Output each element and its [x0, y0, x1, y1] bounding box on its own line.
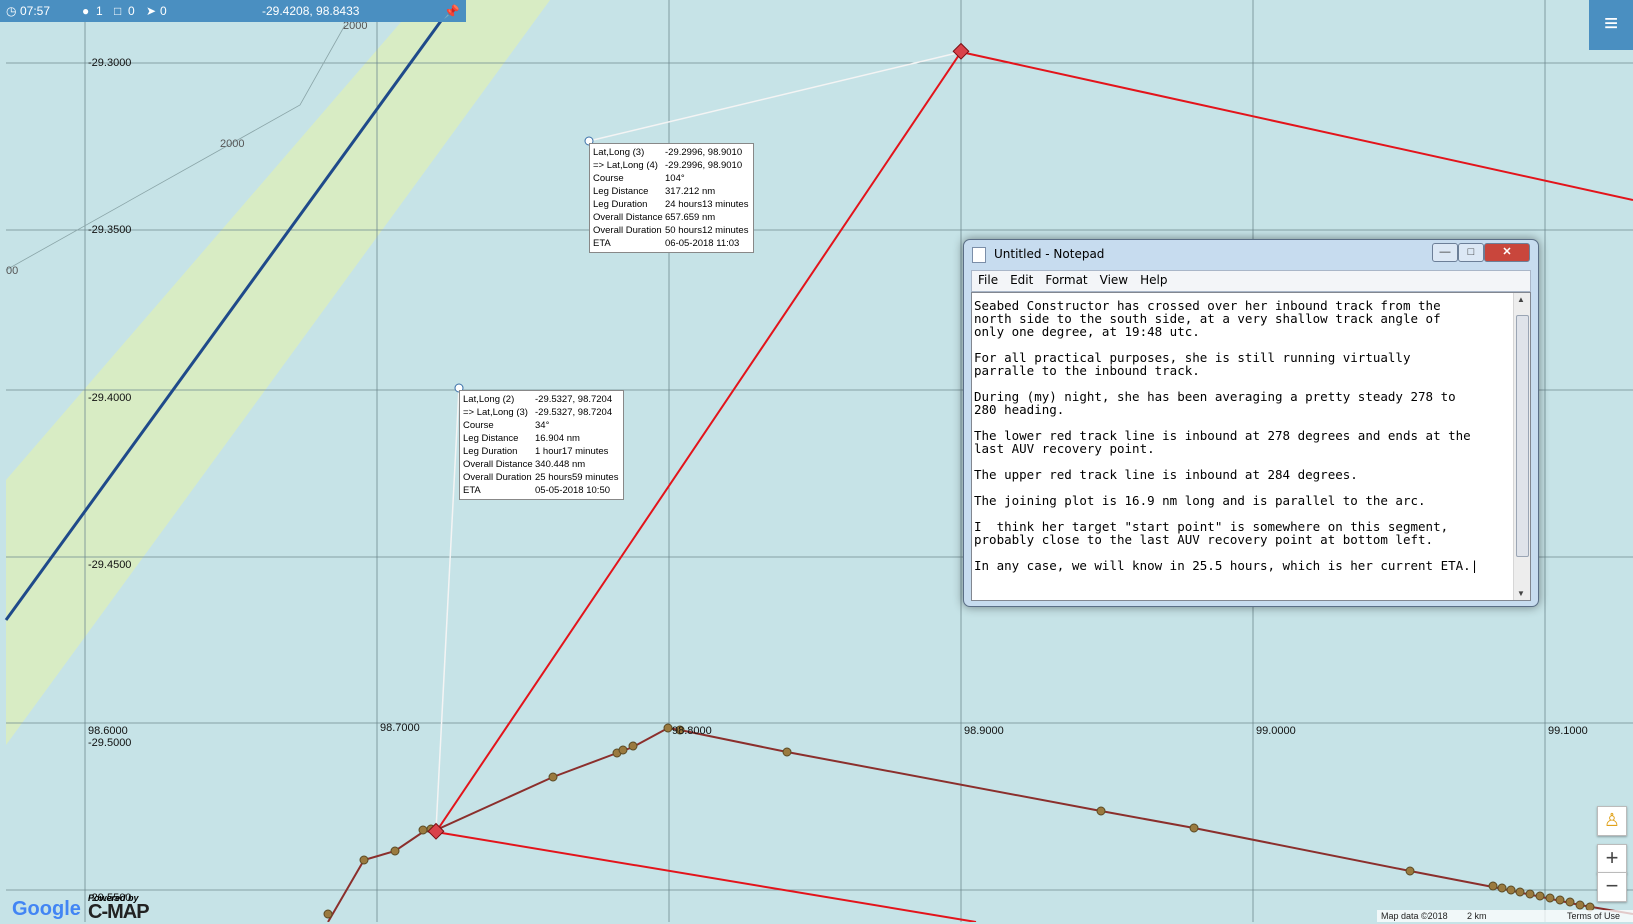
clock-icon: ◷: [6, 4, 17, 18]
square-icon: □: [114, 4, 122, 18]
zoom-out-button[interactable]: −: [1597, 872, 1627, 902]
notepad-title: Untitled - Notepad: [994, 247, 1105, 261]
notepad-text-area[interactable]: Seabed Constructor has crossed over her …: [971, 292, 1531, 601]
menu-view[interactable]: View: [1094, 271, 1134, 287]
close-button[interactable]: ✕: [1484, 243, 1530, 262]
tooltip-value: 317.212 nm: [665, 186, 716, 197]
terms-link[interactable]: Terms of Use: [1567, 911, 1620, 921]
maximize-button[interactable]: □: [1458, 243, 1484, 262]
map-data-attribution: Map data ©2018: [1381, 911, 1448, 921]
contour-label: 2000: [220, 138, 245, 150]
tooltip-key: ETA: [593, 238, 611, 249]
tooltip-value: 657.659 nm: [665, 212, 716, 223]
google-logo: Google: [12, 898, 81, 921]
tooltip-key: Lat,Long (2): [463, 394, 515, 405]
tooltip-key: Course: [463, 420, 494, 431]
lat-label: -29.3000: [88, 57, 132, 69]
measure-tooltip-lower: Lat,Long (2) -29.5327, 98.7204 => Lat,Lon…: [459, 390, 624, 500]
lon-label: 98.8000: [672, 725, 712, 737]
tooltip-value: 24 hours13 minutes: [665, 199, 749, 210]
google-logo-text: Google: [12, 898, 81, 920]
tooltip-key: Overall Distance: [593, 212, 663, 223]
tooltip-key: => Lat,Long (4): [593, 160, 658, 171]
layers-menu-icon[interactable]: ≡: [1589, 0, 1633, 50]
scroll-up-icon[interactable]: ▲: [1517, 295, 1525, 304]
menu-edit[interactable]: Edit: [1004, 271, 1039, 287]
tooltip-key: Course: [593, 173, 624, 184]
lon-label: 98.9000: [964, 725, 1004, 737]
tooltip-value: -29.5327, 98.7204: [535, 407, 613, 418]
tooltip-key: Leg Distance: [593, 186, 649, 197]
zoom-in-button[interactable]: +: [1597, 844, 1627, 874]
cmap-logo: C-MAP: [88, 901, 150, 923]
lat-label: -29.4000: [88, 392, 132, 404]
tooltip-key: Overall Distance: [463, 459, 533, 470]
tooltip-value: -29.2996, 98.9010: [665, 147, 743, 158]
tooltip-value: 34°: [535, 420, 550, 431]
tooltip-key: => Lat,Long (3): [463, 407, 528, 418]
navigation-arrow-icon: ➤: [146, 4, 157, 18]
contour-label: 00: [6, 265, 19, 277]
notepad-window[interactable]: Untitled - Notepad — □ ✕ File Edit Format V…: [963, 239, 1539, 607]
tooltip-value: 06-05-2018 11:03: [665, 238, 740, 249]
tooltip-key: Leg Duration: [593, 199, 648, 210]
lat-label: -29.5000: [88, 737, 132, 749]
map-footer: Map data ©2018 2 km Terms of Use: [1377, 910, 1633, 922]
lon-label: 99.1000: [1548, 725, 1588, 737]
tooltip-value: 104°: [665, 173, 685, 184]
notepad-menu-bar: File Edit Format View Help: [971, 270, 1531, 292]
tooltip-value: 1 hour17 minutes: [535, 446, 609, 457]
status-bar: ◷ 07:57 ● 1 □ 0 ➤ 0 -29.4208, 98.8433 📌: [0, 0, 466, 22]
globe-icon: ●: [82, 4, 90, 18]
pin-icon[interactable]: 📌: [444, 4, 460, 20]
minimize-button[interactable]: —: [1432, 243, 1458, 262]
lon-label: 99.0000: [1256, 725, 1296, 737]
measure-tooltip-upper: Lat,Long (3) -29.2996, 98.9010 => Lat,Lon…: [589, 143, 754, 253]
tooltip-key: Overall Duration: [463, 472, 532, 483]
cursor-coordinates: -29.4208, 98.8433: [262, 4, 360, 18]
status-count-a: 1: [96, 4, 103, 18]
lat-label: -29.4500: [88, 559, 132, 571]
tooltip-value: 340.448 nm: [535, 459, 586, 470]
tooltip-value: 05-05-2018 10:50: [535, 485, 611, 496]
status-count-b: 0: [128, 4, 135, 18]
tooltip-value: -29.5327, 98.7204: [535, 394, 613, 405]
notepad-text[interactable]: Seabed Constructor has crossed over her …: [974, 299, 1504, 572]
tooltip-value: 25 hours59 minutes: [535, 472, 619, 483]
tooltip-key: Overall Duration: [593, 225, 662, 236]
lon-label: 98.7000: [380, 722, 420, 734]
vertical-scrollbar[interactable]: ▲ ▼: [1513, 293, 1530, 600]
tooltip-value: -29.2996, 98.9010: [665, 160, 743, 171]
tooltip-key: Leg Duration: [463, 446, 518, 457]
tooltip-value: 50 hours12 minutes: [665, 225, 749, 236]
status-time: 07:57: [20, 4, 51, 18]
menu-format[interactable]: Format: [1039, 271, 1093, 287]
menu-file[interactable]: File: [972, 271, 1004, 287]
lon-label: 98.6000: [88, 725, 128, 737]
scrollbar-thumb[interactable]: [1516, 315, 1529, 557]
lat-label: -29.3500: [88, 224, 132, 236]
status-count-c: 0: [160, 4, 167, 18]
tooltip-value: 16.904 nm: [535, 433, 580, 444]
tooltip-key: Leg Distance: [463, 433, 519, 444]
tooltip-key: ETA: [463, 485, 481, 496]
scale-label: 2 km: [1467, 911, 1487, 921]
tooltip-key: Lat,Long (3): [593, 147, 645, 158]
street-view-pegman-icon[interactable]: ♙: [1597, 806, 1627, 836]
notepad-icon: [972, 247, 986, 263]
scroll-down-icon[interactable]: ▼: [1517, 589, 1525, 598]
menu-help[interactable]: Help: [1134, 271, 1173, 287]
